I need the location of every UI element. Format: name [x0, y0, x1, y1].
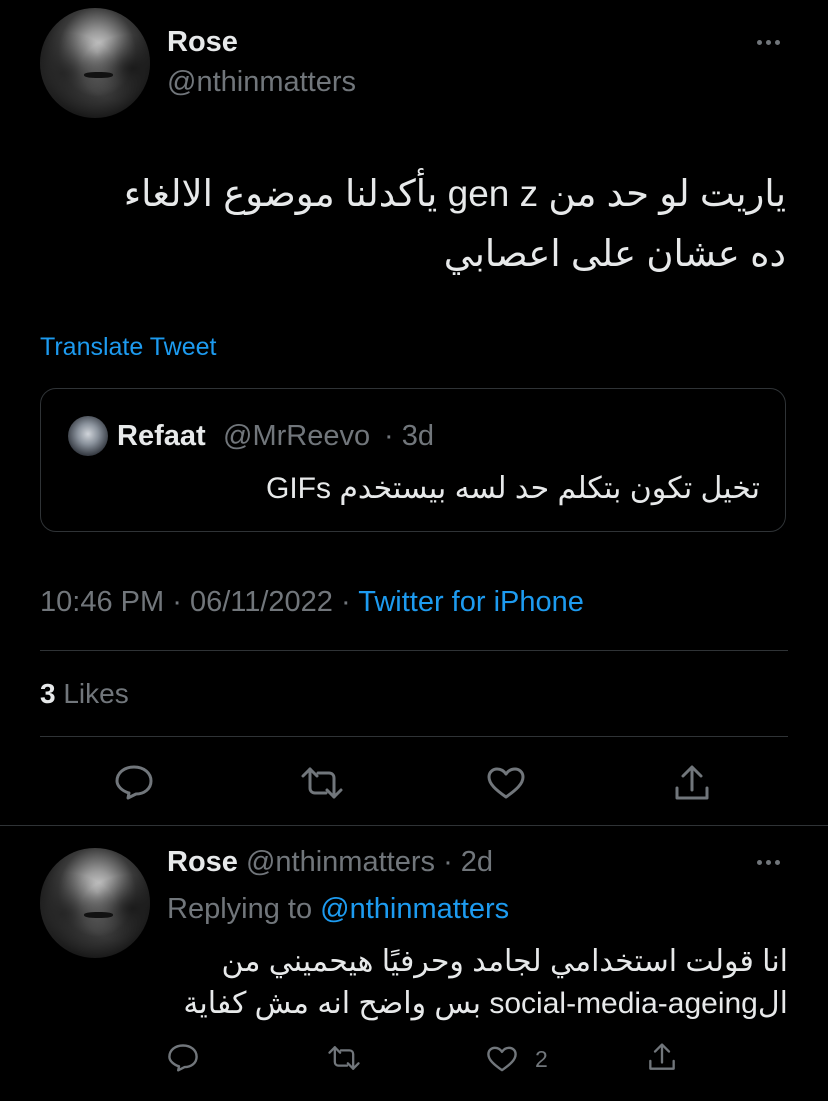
- tweet-text-line-2: ده عشان على اعصابي: [443, 233, 786, 274]
- reply-author-handle[interactable]: @nthinmatters: [246, 846, 435, 878]
- reply-retweet-icon[interactable]: [327, 1045, 361, 1071]
- likes-count-link[interactable]: 3 Likes: [40, 678, 129, 710]
- replying-to-label: Replying to: [167, 893, 313, 925]
- separator: ·: [341, 586, 351, 618]
- translate-tweet-link[interactable]: Translate Tweet: [40, 333, 216, 362]
- author-avatar[interactable]: [40, 8, 150, 118]
- quoted-tweet[interactable]: [40, 388, 786, 532]
- replying-to: Replying to @nthinmatters: [167, 893, 509, 926]
- reply-header: Rose @nthinmatters · 2d: [167, 846, 493, 879]
- quoted-age: · 3d: [384, 420, 434, 452]
- separator: ·: [172, 586, 182, 618]
- quoted-text: تخيل تكون بتكلم حد لسه بيستخدم GIFs: [266, 472, 760, 505]
- replying-to-handle[interactable]: @nthinmatters: [320, 893, 509, 925]
- quoted-author-name: Refaat: [117, 420, 206, 452]
- reply-more-options-icon[interactable]: [757, 860, 780, 865]
- author-handle[interactable]: @nthinmatters: [167, 66, 356, 99]
- tweet-time: 10:46 PM: [40, 586, 165, 618]
- reply-reply-icon[interactable]: [167, 1043, 199, 1072]
- divider: [40, 650, 788, 651]
- reply-like-icon[interactable]: [486, 1045, 518, 1073]
- author-name[interactable]: Rose: [167, 26, 238, 59]
- reply-age: · 2d: [443, 846, 494, 878]
- divider: [0, 825, 828, 826]
- reply-icon[interactable]: [114, 764, 154, 800]
- retweet-icon[interactable]: [300, 766, 344, 800]
- timestamp-row: 10:46 PM · 06/11/2022 · Twitter for iPho…: [40, 586, 584, 619]
- quoted-author-handle: @MrReevo: [223, 420, 371, 452]
- tweet-text-line-1: ياريت لو حد من gen z يأكدلنا موضوع الالغ…: [123, 173, 786, 214]
- tweet-source-link[interactable]: Twitter for iPhone: [358, 586, 584, 618]
- likes-label: Likes: [63, 678, 129, 709]
- reply-share-icon[interactable]: [648, 1042, 676, 1072]
- reply-like-count: 2: [535, 1046, 548, 1072]
- reply-text-line-1: انا قولت استخدامي لجامد وحرفيًا هيحميني …: [221, 945, 789, 978]
- likes-count: 3: [40, 678, 56, 709]
- reply-text-line-2: الsocial-media-ageing بس واضح انه مش كفا…: [183, 987, 788, 1020]
- more-options-icon[interactable]: [757, 40, 780, 45]
- reply-author-avatar[interactable]: [40, 848, 150, 958]
- like-icon[interactable]: [486, 766, 526, 800]
- share-icon[interactable]: [674, 764, 710, 802]
- quoted-author-avatar: [68, 416, 108, 456]
- reply-author-name[interactable]: Rose: [167, 846, 238, 878]
- tweet-date: 06/11/2022: [189, 586, 333, 618]
- divider: [40, 736, 788, 737]
